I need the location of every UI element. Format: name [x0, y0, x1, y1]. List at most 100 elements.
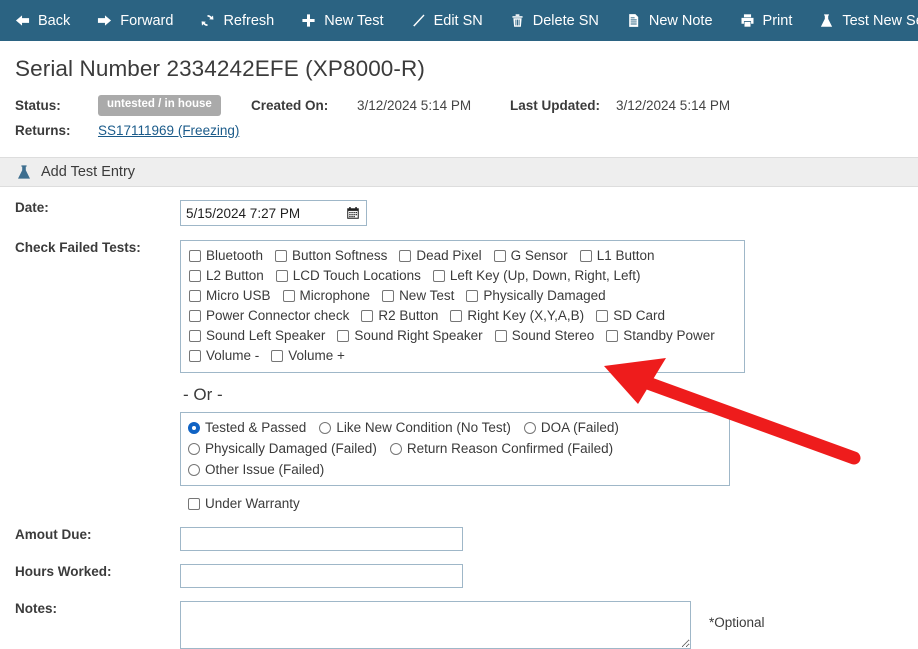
checkbox-box-icon	[283, 290, 295, 302]
checkbox-box-icon	[450, 310, 462, 322]
toolbar-button-label: Test New Serial Number	[842, 13, 918, 29]
toolbar: Back Forward Refresh New Test Edit SN	[0, 0, 918, 41]
checkbox-failed-test[interactable]: Microphone	[283, 286, 371, 306]
radio-test-outcome[interactable]: DOA (Failed)	[524, 417, 619, 438]
checkbox-box-icon	[361, 310, 373, 322]
radio-test-outcome[interactable]: Tested & Passed	[188, 417, 306, 438]
checkbox-failed-test[interactable]: Dead Pixel	[399, 246, 481, 266]
toolbar-button-back[interactable]: Back	[14, 12, 70, 29]
checkbox-label: L2 Button	[206, 268, 264, 283]
notes-optional-hint: *Optional	[709, 601, 765, 630]
checkbox-box-icon	[189, 250, 201, 262]
toolbar-button-new-note[interactable]: New Note	[625, 12, 713, 29]
created-on-value: 3/12/2024 5:14 PM	[357, 98, 510, 113]
radio-label: Physically Damaged (Failed)	[205, 441, 377, 456]
checkbox-under-warranty[interactable]: Under Warranty	[188, 496, 300, 511]
checkbox-failed-test[interactable]: New Test	[382, 286, 454, 306]
radio-label: Return Reason Confirmed (Failed)	[407, 441, 613, 456]
checkbox-failed-test[interactable]: Micro USB	[189, 286, 271, 306]
test-outcome-panel: Tested & Passed Like New Condition (No Te…	[180, 412, 730, 486]
checkbox-failed-test[interactable]: Left Key (Up, Down, Right, Left)	[433, 266, 641, 286]
checkbox-failed-test[interactable]: Bluetooth	[189, 246, 263, 266]
checkbox-label: Micro USB	[206, 288, 271, 303]
checkbox-failed-test[interactable]: R2 Button	[361, 306, 438, 326]
toolbar-button-forward[interactable]: Forward	[96, 12, 173, 29]
metadata-block: Status: untested / in house Created On: …	[0, 82, 918, 143]
toolbar-button-label: Print	[763, 13, 793, 29]
checkbox-failed-test[interactable]: Sound Left Speaker	[189, 326, 325, 346]
section-header-label: Add Test Entry	[41, 164, 135, 180]
checkbox-box-icon	[606, 330, 618, 342]
document-icon	[625, 12, 642, 29]
checkbox-label: Standby Power	[623, 328, 715, 343]
checkbox-failed-test[interactable]: LCD Touch Locations	[276, 266, 421, 286]
checkbox-label: Physically Damaged	[483, 288, 605, 303]
radio-label: Other Issue (Failed)	[205, 462, 324, 477]
toolbar-button-label: Refresh	[223, 13, 274, 29]
checkbox-label: LCD Touch Locations	[293, 268, 421, 283]
checkbox-box-icon	[275, 250, 287, 262]
checkbox-label: R2 Button	[378, 308, 438, 323]
checkbox-label: Power Connector check	[206, 308, 349, 323]
pencil-icon	[410, 12, 427, 29]
checkbox-failed-test[interactable]: Right Key (X,Y,A,B)	[450, 306, 584, 326]
checkbox-failed-test[interactable]: L2 Button	[189, 266, 264, 286]
toolbar-button-new-test[interactable]: New Test	[300, 12, 383, 29]
toolbar-button-delete-sn[interactable]: Delete SN	[509, 12, 599, 29]
checkbox-failed-test[interactable]: Volume -	[189, 346, 259, 366]
returns-link[interactable]: SS17111969 (Freezing)	[98, 123, 239, 138]
checkbox-failed-test[interactable]: SD Card	[596, 306, 665, 326]
metadata-row-status: Status: untested / in house Created On: …	[15, 93, 918, 118]
checkbox-failed-test[interactable]: Volume +	[271, 346, 345, 366]
last-updated-label: Last Updated:	[510, 98, 616, 113]
checkbox-failed-test[interactable]: L1 Button	[580, 246, 655, 266]
date-input-value: 5/15/2024 7:27 PM	[181, 206, 300, 221]
checkbox-box-icon	[399, 250, 411, 262]
add-test-entry-form: Date: 5/15/2024 7:27 PM	[0, 187, 918, 649]
radio-dot-icon	[524, 422, 536, 434]
checkbox-label: Volume +	[288, 348, 345, 363]
printer-icon	[739, 12, 756, 29]
check-failed-tests-label: Check Failed Tests:	[0, 240, 180, 255]
radio-test-outcome[interactable]: Physically Damaged (Failed)	[188, 438, 377, 459]
date-input[interactable]: 5/15/2024 7:27 PM	[180, 200, 367, 226]
checkbox-box-icon	[189, 350, 201, 362]
checkbox-failed-test[interactable]: Sound Stereo	[495, 326, 595, 346]
checkbox-failed-test[interactable]: Physically Damaged	[466, 286, 605, 306]
radio-dot-icon	[188, 464, 200, 476]
arrow-left-icon	[14, 12, 31, 29]
checkbox-failed-test[interactable]: Button Softness	[275, 246, 387, 266]
toolbar-button-test-new-serial-number[interactable]: Test New Serial Number	[818, 12, 918, 29]
checkbox-label: New Test	[399, 288, 454, 303]
checkbox-box-icon	[276, 270, 288, 282]
refresh-icon	[199, 12, 216, 29]
form-row-amount-due: Amout Due:	[0, 527, 918, 551]
radio-test-outcome[interactable]: Other Issue (Failed)	[188, 459, 324, 480]
checkbox-failed-test[interactable]: Power Connector check	[189, 306, 349, 326]
returns-label: Returns:	[15, 123, 98, 138]
amount-due-input[interactable]	[180, 527, 463, 551]
checkbox-failed-test[interactable]: Sound Right Speaker	[337, 326, 482, 346]
checkbox-box-icon	[271, 350, 283, 362]
calendar-icon[interactable]	[346, 206, 360, 220]
radio-test-outcome[interactable]: Return Reason Confirmed (Failed)	[390, 438, 613, 459]
toolbar-button-refresh[interactable]: Refresh	[199, 12, 274, 29]
date-label: Date:	[0, 200, 180, 215]
checkbox-label: Sound Left Speaker	[206, 328, 325, 343]
check-failed-tests-field: Bluetooth Button Softness Dead Pixel G Sens…	[180, 240, 918, 511]
checkbox-label: Bluetooth	[206, 248, 263, 263]
checkbox-failed-test[interactable]: Standby Power	[606, 326, 715, 346]
radio-test-outcome[interactable]: Like New Condition (No Test)	[319, 417, 511, 438]
checkbox-label: Right Key (X,Y,A,B)	[467, 308, 584, 323]
amount-due-label: Amout Due:	[0, 527, 180, 542]
checkbox-box-icon	[466, 290, 478, 302]
checkbox-failed-test[interactable]: G Sensor	[494, 246, 568, 266]
hours-worked-input[interactable]	[180, 564, 463, 588]
radio-label: Tested & Passed	[205, 420, 306, 435]
toolbar-button-label: Forward	[120, 13, 173, 29]
checkbox-box-icon	[189, 270, 201, 282]
checkbox-box-icon	[596, 310, 608, 322]
checkbox-label: Microphone	[300, 288, 371, 303]
toolbar-button-edit-sn[interactable]: Edit SN	[410, 12, 483, 29]
toolbar-button-print[interactable]: Print	[739, 12, 793, 29]
